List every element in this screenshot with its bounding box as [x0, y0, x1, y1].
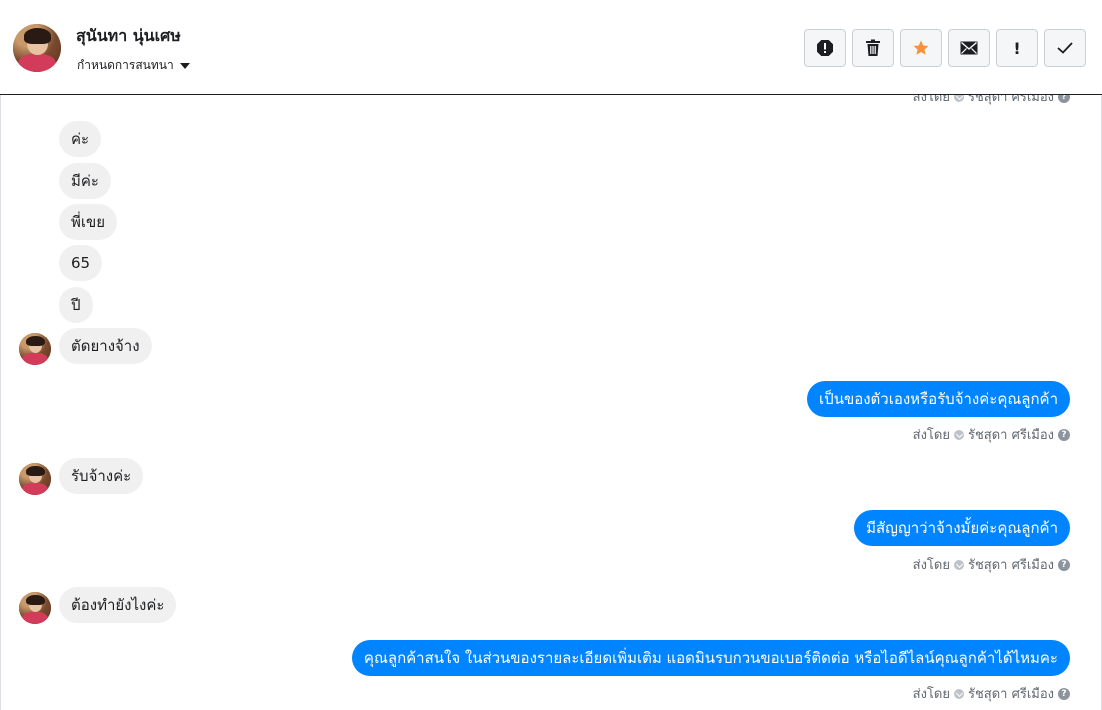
sent-check-icon [953, 559, 964, 570]
incoming-message[interactable]: 65 [59, 245, 103, 281]
mark-done-button[interactable] [1044, 29, 1086, 67]
sent-by-status: ส่งโดย รัชสุดา ศรีเมือง ? [913, 95, 1070, 107]
incoming-message[interactable]: พี่เขย [59, 204, 118, 240]
header-actions: ! [804, 29, 1086, 67]
incoming-message[interactable]: รับจ้างค่ะ [59, 458, 144, 494]
trash-icon [866, 39, 880, 56]
outgoing-message[interactable]: มีสัญญาว่าจ้างมั้ยค่ะคุณลูกค้า [854, 510, 1070, 546]
spam-alert-icon [817, 40, 833, 56]
exclamation-icon: ! [1013, 38, 1021, 58]
outgoing-message[interactable]: เป็นของตัวเองหรือรับจ้างค่ะคุณลูกค้า [807, 381, 1070, 417]
sent-check-icon [953, 688, 964, 699]
envelope-icon [960, 41, 978, 55]
contact-avatar[interactable] [13, 24, 61, 72]
incoming-message[interactable]: ค่ะ [59, 121, 102, 157]
outgoing-message[interactable]: คุณลูกค้าสนใจ ในส่วนของรายละเอียดเพิ่มเต… [351, 640, 1070, 676]
star-icon [913, 40, 929, 55]
caret-down-icon [179, 62, 190, 69]
assign-conversation-dropdown[interactable]: กำหนดการสนทนา [77, 56, 190, 75]
incoming-message[interactable]: ตัดยางจ้าง [59, 328, 152, 364]
check-icon [1057, 42, 1073, 54]
help-icon[interactable]: ? [1058, 558, 1070, 571]
delete-button[interactable] [852, 29, 894, 67]
help-icon[interactable]: ? [1058, 95, 1070, 103]
assign-conversation-label: กำหนดการสนทนา [77, 58, 174, 72]
sent-by-status: ส่งโดย รัชสุดา ศรีเมือง ? [913, 554, 1070, 575]
conversation-header: สุนันทา นุ่นเศษ กำหนดการสนทนา ! [0, 0, 1102, 95]
contact-avatar-small [19, 463, 51, 495]
follow-up-button[interactable]: ! [996, 29, 1038, 67]
contact-avatar-small [19, 592, 51, 624]
mark-unread-button[interactable] [948, 29, 990, 67]
star-button[interactable] [900, 29, 942, 67]
mark-spam-button[interactable] [804, 29, 846, 67]
incoming-message[interactable]: ต้องทำยังไงค่ะ [59, 587, 177, 623]
contact-name[interactable]: สุนันทา นุ่นเศษ [76, 24, 181, 49]
help-icon[interactable]: ? [1058, 687, 1070, 700]
incoming-message[interactable]: มีค่ะ [59, 163, 111, 199]
sent-check-icon [953, 95, 964, 102]
incoming-message[interactable]: ปี [59, 287, 93, 323]
sent-check-icon [953, 429, 964, 440]
help-icon[interactable]: ? [1058, 428, 1070, 441]
sent-by-status: ส่งโดย รัชสุดา ศรีเมือง ? [913, 683, 1070, 704]
message-thread[interactable]: ส่งโดย รัชสุดา ศรีเมือง ? ค่ะ มีค่ะ พี่เ… [0, 95, 1102, 710]
contact-avatar-small [19, 333, 51, 365]
sent-by-status: ส่งโดย รัชสุดา ศรีเมือง ? [913, 424, 1070, 445]
